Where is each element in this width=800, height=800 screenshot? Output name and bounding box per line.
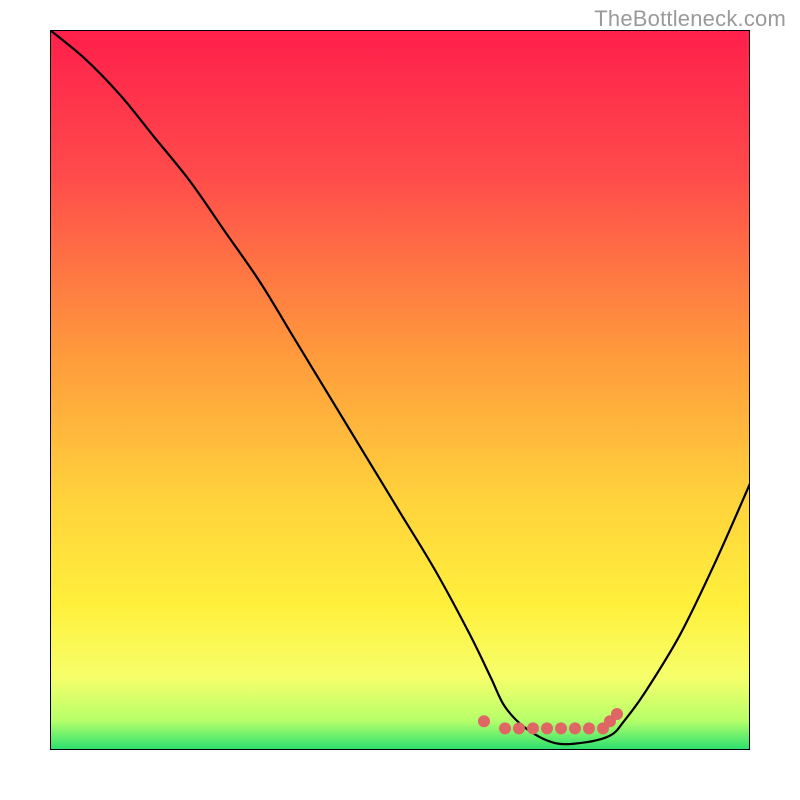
highlight-dot <box>611 708 623 720</box>
highlight-dot <box>555 722 567 734</box>
highlight-dot <box>527 722 539 734</box>
highlight-dot <box>541 722 553 734</box>
plot-area <box>50 30 750 750</box>
plot-svg <box>50 30 750 750</box>
highlight-dot <box>478 715 490 727</box>
watermark-text: TheBottleneck.com <box>594 6 786 32</box>
highlight-dot <box>569 722 581 734</box>
highlight-dot <box>583 722 595 734</box>
highlight-dot <box>499 722 511 734</box>
highlight-dot <box>513 722 525 734</box>
chart-container: TheBottleneck.com <box>0 0 800 800</box>
